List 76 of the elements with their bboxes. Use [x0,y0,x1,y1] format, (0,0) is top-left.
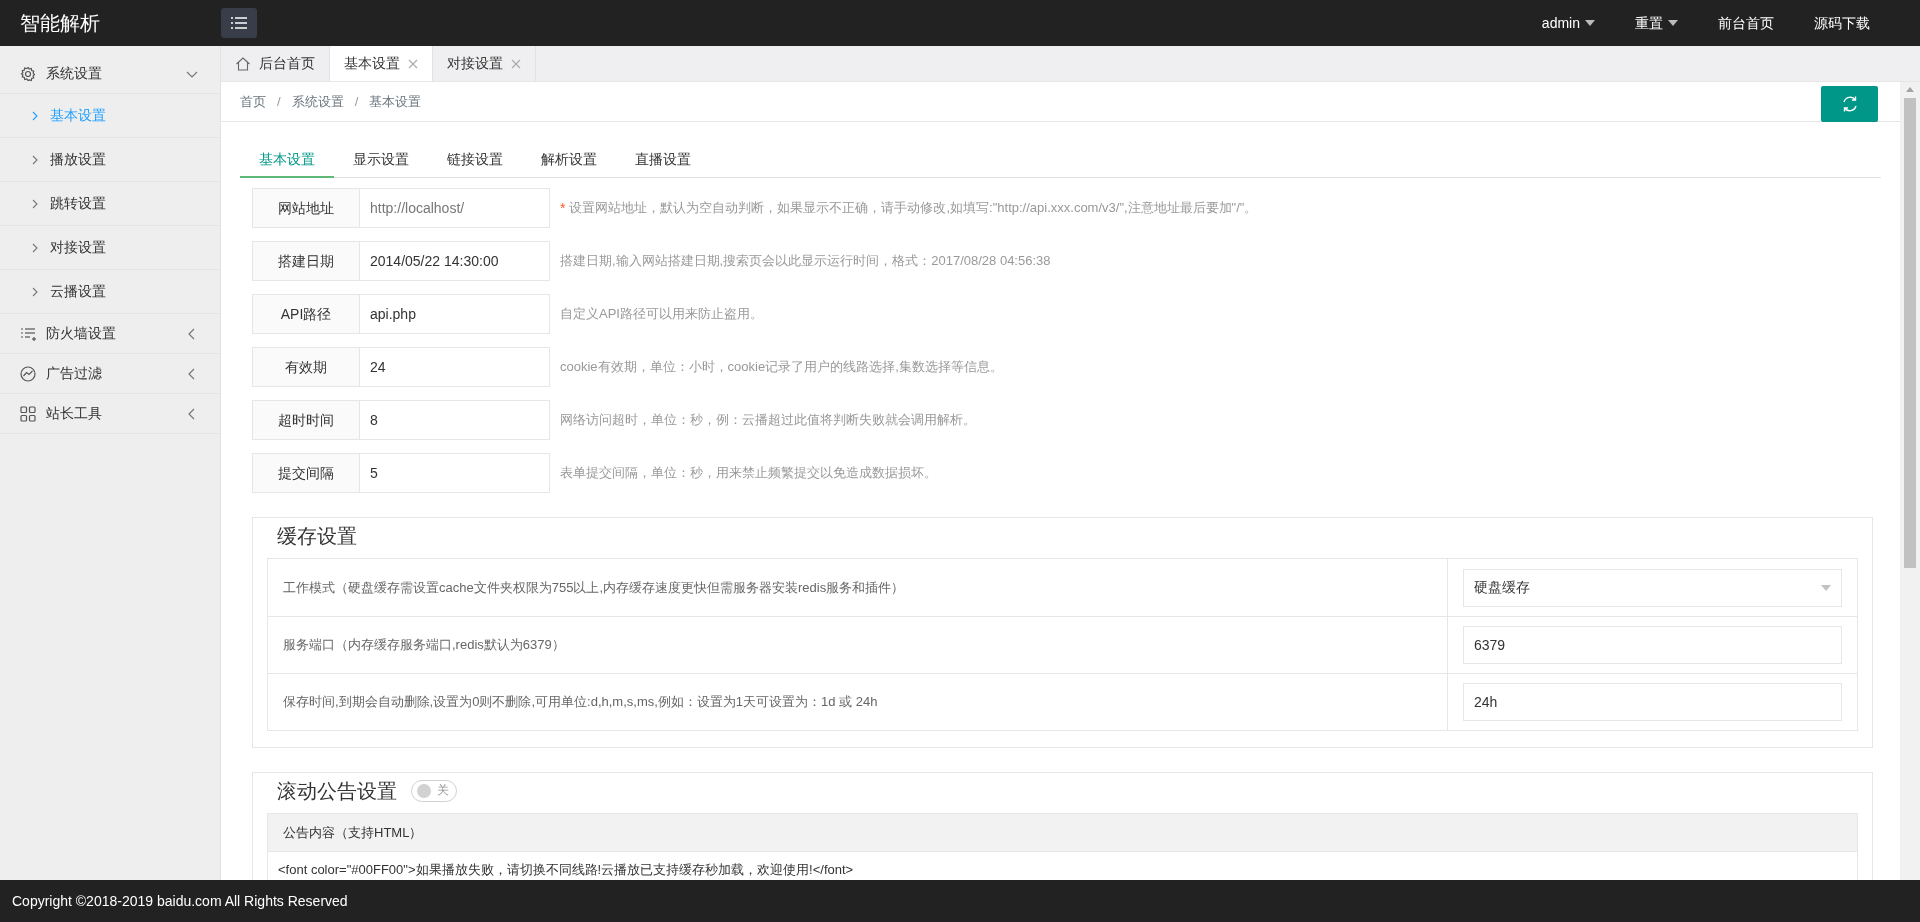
hint-text: 网络访问超时，单位：秒，例：云播超过此值将判断失败就会调用解析。 [560,411,976,430]
settings-tab[interactable]: 基本设置 [240,142,334,178]
dropdown-menu-link[interactable]: admin [1521,12,1615,34]
text-input[interactable]: 5 [360,453,550,493]
breadcrumb-separator: / [277,92,281,111]
chevron-right-icon [32,242,38,253]
caret-icon [1668,20,1678,26]
section-title: 滚动公告设置 [277,779,397,804]
field-label: 网站地址 [252,188,360,228]
nav-link[interactable]: 源码下载 [1794,12,1890,34]
caret-icon [1585,20,1595,26]
copyright-text: Copyright ©2018-2019 baidu.com All Rights Reserved [12,891,348,911]
gear-icon [20,65,36,82]
hint-text: 搭建日期,输入网站搭建日期,搜索页会以此显示运行时间，格式：2017/08/28 04:56:38 [560,252,1051,271]
page-tab[interactable]: 对接设置 [433,46,536,81]
sidebar-group[interactable]: 站长工具 [0,394,220,434]
field-label: 搭建日期 [252,241,360,281]
text-input[interactable]: 24h [1463,683,1842,721]
text-input[interactable]: 2014/05/22 14:30:00 [360,241,550,281]
breadcrumb-link[interactable]: 基本设置 [369,91,422,112]
hint-text: 自定义API路径可以用来防止盗用。 [560,305,763,324]
chevron-right-icon [32,110,38,121]
setting-label: 服务端口（内存缓存服务端口,redis默认为6379） [268,617,1448,673]
dropdown-menu-link[interactable]: 重置 [1615,12,1698,34]
breadcrumb-separator: / [354,92,359,111]
sidebar-item[interactable]: 对接设置 [0,226,220,270]
settings-tab[interactable]: 解析设置 [522,142,616,178]
chevron-right-icon [32,154,38,165]
table-header: 公告内容（支持HTML） [268,814,1857,852]
caret-icon [1821,584,1831,591]
setting-label: 保存时间,到期会自动删除,设置为0则不删除,可用单位:d,h,m,s,ms,例如：设置为1天可设置为：1d 或 24h [268,674,1448,730]
menu-icon [231,16,247,30]
app-title: 智能解析 [19,11,101,36]
hint-text: cookie有效期，单位：小时，cookie记录了用户的线路选择,集数选择等信息。 [560,358,1003,377]
refresh-button[interactable] [1821,86,1878,122]
hint-text: 表单提交间隔，单位：秒，用来禁止频繁提交以免造成数据损坏。 [560,464,937,483]
text-input[interactable]: http://localhost/ [360,188,550,228]
field-label: 有效期 [252,347,360,387]
sidebar-group[interactable]: 广告过滤 [0,354,220,394]
close-icon[interactable] [408,58,418,69]
chart-circle-icon [20,365,36,382]
home-icon [235,55,251,72]
text-input[interactable]: 24 [360,347,550,387]
text-input[interactable]: 6379 [1463,626,1842,664]
select-field[interactable]: 硬盘缓存 [1463,568,1842,607]
setting-label: 工作模式（硬盘缓存需设置cache文件夹权限为755以上,内存缓存速度更快但需服务器安装redis服务和插件） [268,559,1448,616]
menu-button[interactable] [221,8,257,38]
page-tab[interactable]: 基本设置 [330,46,433,81]
sidebar-item[interactable]: 播放设置 [0,138,220,182]
scroll-up-arrow-icon[interactable] [1905,86,1915,92]
grid-icon [20,405,36,422]
hint-text: 设置网站地址，默认为空自动判断，如果显示不正确，请手动修改,如填写:"http://api.xxx.com/v3/",注意地址最后要加"/"。 [569,199,1258,218]
text-input[interactable]: api.php [360,294,550,334]
nav-link[interactable]: 前台首页 [1698,12,1794,34]
field-label: 提交间隔 [252,453,360,493]
settings-tab[interactable]: 链接设置 [428,142,522,178]
sidebar-item[interactable]: 云播设置 [0,270,220,314]
breadcrumb-link[interactable]: 首页 [240,91,266,112]
field-label: 超时时间 [252,400,360,440]
breadcrumb-link[interactable]: 系统设置 [291,91,344,112]
list-icon [20,325,36,342]
chevron-right-icon [32,286,38,297]
settings-tab[interactable]: 显示设置 [334,142,428,178]
sidebar-group[interactable]: 防火墙设置 [0,314,220,354]
notice-content: <font color="#00FF00">如果播放失败，请切换不同线路!云播放已支持缓存秒加载，欢迎使用!</font> [277,861,855,879]
sidebar-item[interactable]: 跳转设置 [0,182,220,226]
field-label: API路径 [252,294,360,334]
close-icon[interactable] [511,58,521,69]
section-title: 缓存设置 [277,524,357,549]
sidebar-group[interactable]: 系统设置 [0,54,220,94]
refresh-icon [1840,95,1859,113]
chevron-right-icon [32,198,38,209]
required-mark: * [560,198,566,218]
scrollbar[interactable] [1900,82,1920,880]
text-input[interactable]: 8 [360,400,550,440]
settings-tab[interactable]: 直播设置 [616,142,710,178]
